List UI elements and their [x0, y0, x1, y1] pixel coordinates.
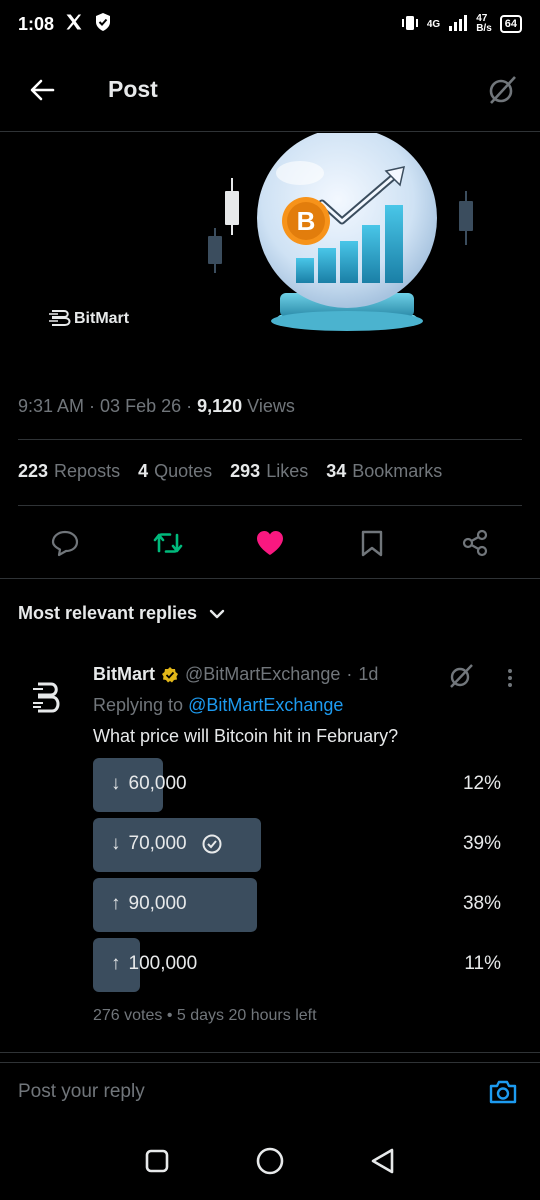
camera-button[interactable] [486, 1075, 520, 1109]
poll-option-percent: 11% [464, 953, 501, 974]
author-handle[interactable]: @BitMartExchange [185, 664, 340, 685]
divider [18, 505, 522, 506]
poll-option-label: ↑ 90,000 [111, 893, 187, 914]
divider [0, 578, 540, 579]
more-options-button[interactable] [500, 666, 520, 690]
arrow-down-icon: ↓ [111, 773, 121, 794]
reply-header: BitMart @BitMartExchange · 1d [93, 664, 379, 685]
camera-icon [489, 1080, 517, 1103]
system-nav-bar [0, 1121, 540, 1200]
bookmark-icon [362, 530, 383, 557]
arrow-up-icon: ↑ [111, 953, 121, 974]
grok-icon [489, 75, 516, 104]
reply-input[interactable]: Post your reply [18, 1081, 145, 1103]
likes-stat[interactable]: 293 Likes [230, 461, 308, 482]
share-icon [462, 529, 487, 557]
reposts-stat[interactable]: 223 Reposts [18, 461, 120, 482]
status-time: 1:08 [18, 13, 55, 34]
brand-watermark: BitMart [74, 310, 130, 327]
verified-badge-icon [162, 666, 178, 682]
avatar[interactable] [24, 674, 72, 722]
post-timestamp: 9:31 AM · 03 Feb 26 · 9,120 Views [18, 396, 295, 416]
poll-votes: 276 votes [93, 1007, 163, 1024]
poll-option-percent: 39% [462, 833, 501, 854]
poll-time-left: 5 days 20 hours left [176, 1007, 317, 1024]
circle-icon [256, 1147, 284, 1174]
reply-composer: Post your reply [0, 1062, 540, 1120]
x-logo-icon [64, 12, 84, 37]
author-name[interactable]: BitMart [93, 664, 155, 685]
bitmart-logo-icon [33, 682, 60, 713]
poll-option: ↓ 60,000 12% [93, 758, 503, 812]
divider [18, 439, 522, 440]
replies-sort-label: Most relevant replies [18, 603, 198, 623]
battery-indicator: 64 [499, 15, 522, 33]
reply-age: 1d [358, 664, 379, 684]
like-button[interactable] [250, 523, 290, 563]
page-title: Post [108, 76, 158, 102]
grok-button[interactable] [447, 662, 475, 690]
bookmark-button[interactable] [352, 523, 392, 563]
poll-footer: 276 votes • 5 days 20 hours left [93, 1007, 317, 1024]
more-vertical-icon [508, 669, 512, 687]
poll-option: ↑ 90,000 38% [93, 878, 503, 932]
arrow-up-icon: ↑ [111, 893, 121, 914]
poll-option-label: ↓ 70,000 [111, 833, 223, 855]
grok-icon [450, 664, 473, 688]
repost-button[interactable] [148, 523, 188, 563]
poll-option: ↓ 70,000 39% [93, 818, 503, 872]
check-circle-icon [202, 834, 222, 854]
back-button[interactable] [18, 66, 66, 114]
network-type: 4G [426, 18, 441, 30]
shield-icon [94, 12, 112, 37]
poll-option-percent: 12% [462, 773, 501, 794]
quotes-stat[interactable]: 4 Quotes [138, 461, 212, 482]
arrow-down-icon: ↓ [111, 833, 121, 854]
vibrate-icon [401, 15, 419, 34]
signal-icon [448, 14, 468, 34]
divider [0, 1052, 540, 1053]
reply-text: What price will Bitcoin hit in February? [93, 726, 399, 746]
heart-filled-icon [256, 531, 283, 555]
replying-to: Replying to @BitMartExchange [93, 695, 344, 715]
square-icon [145, 1149, 168, 1172]
bookmarks-stat[interactable]: 34 Bookmarks [326, 461, 442, 482]
post-media-image[interactable]: B BitMart [0, 133, 540, 373]
replying-to-link[interactable]: @BitMartExchange [188, 695, 343, 715]
repost-icon [153, 533, 182, 553]
network-speed: 47 B/s [476, 13, 492, 34]
poll-option-label: ↑ 100,000 [111, 953, 198, 974]
views-count: 9,120 [197, 396, 243, 416]
top-app-bar: Post [0, 48, 540, 132]
poll-option: ↑ 100,000 11% [93, 938, 503, 992]
replies-sort-dropdown[interactable]: Most relevant replies [18, 603, 225, 624]
poll-option-percent: 38% [462, 893, 501, 914]
post-actions [0, 515, 540, 571]
reply-bubble-icon [52, 530, 79, 557]
chevron-down-icon [209, 609, 225, 618]
status-bar: 1:08 4G 47 B/s 64 [0, 0, 540, 48]
crystal-ball-illustration [49, 133, 473, 331]
recents-button[interactable] [137, 1141, 177, 1181]
share-button[interactable] [455, 523, 495, 563]
engagement-stats: 223 Reposts 4 Quotes 293 Likes 34 Bookmarks [18, 461, 442, 482]
arrow-left-icon [30, 79, 55, 100]
home-button[interactable] [250, 1141, 290, 1181]
coin-symbol: B [296, 206, 316, 236]
grok-button[interactable] [482, 70, 522, 110]
poll-option-label: ↓ 60,000 [111, 773, 187, 794]
triangle-back-icon [372, 1148, 394, 1173]
poll: ↓ 60,000 12% ↓ 70,000 39% ↑ 90,000 38% ↑ 100,000 11… [93, 758, 503, 998]
reply-button[interactable] [45, 523, 85, 563]
back-nav-button[interactable] [363, 1141, 403, 1181]
